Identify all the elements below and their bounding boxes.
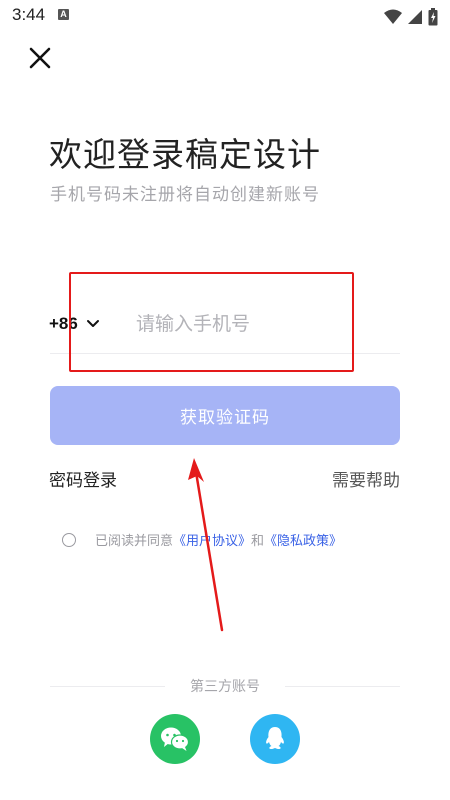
- agreement-row: 已阅读并同意 《用户协议》 和 《隐私政策》: [62, 530, 342, 549]
- page-title: 欢迎登录稿定设计: [49, 135, 321, 174]
- country-code-selector[interactable]: +86: [49, 310, 100, 338]
- status-bar: 3:44 A: [0, 0, 450, 32]
- close-button[interactable]: [26, 44, 54, 72]
- third-party-divider-right: [285, 686, 400, 687]
- wechat-icon: [161, 727, 190, 751]
- status-time: 3:44: [12, 5, 46, 24]
- status-icons: [383, 6, 438, 26]
- phone-input-underline: [50, 353, 400, 354]
- wechat-login-button[interactable]: [150, 714, 200, 764]
- battery-icon: [428, 7, 438, 25]
- privacy-policy-link[interactable]: 《隐私政策》: [264, 530, 342, 549]
- password-login-link[interactable]: 密码登录: [49, 466, 117, 491]
- notification-a-icon: A: [58, 9, 69, 20]
- user-agreement-link[interactable]: 《用户协议》: [173, 530, 251, 549]
- close-icon: [29, 47, 51, 69]
- qq-icon: [266, 727, 284, 750]
- agreement-prefix: 已阅读并同意: [95, 534, 174, 549]
- signal-icon: [407, 9, 422, 24]
- need-help-link[interactable]: 需要帮助: [332, 466, 400, 491]
- agreement-and: 和: [251, 534, 265, 549]
- agreement-checkbox[interactable]: [62, 532, 76, 547]
- get-verification-code-button[interactable]: 获取验证码: [50, 386, 400, 445]
- login-screen: 3:44 A 欢迎登录稿定设计 手机号码未注册将自动创建新账号 +86 请输入手…: [0, 0, 450, 800]
- wifi-icon: [383, 9, 402, 24]
- phone-input[interactable]: [136, 306, 346, 342]
- page-subtitle: 手机号码未注册将自动创建新账号: [50, 185, 320, 205]
- country-code-label: +86: [49, 314, 78, 333]
- qq-login-button[interactable]: [250, 714, 300, 764]
- chevron-down-icon: [86, 320, 99, 327]
